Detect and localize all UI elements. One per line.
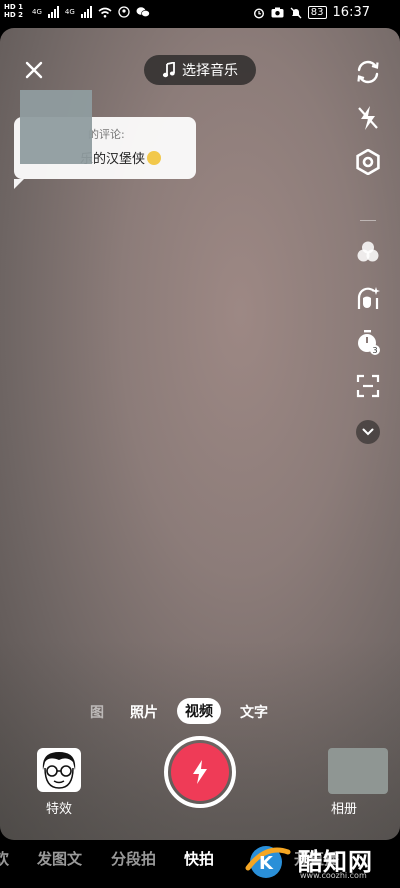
gallery-label: 相册 bbox=[330, 802, 357, 817]
countdown-button[interactable]: 3 bbox=[354, 328, 382, 356]
flip-camera-icon bbox=[357, 60, 379, 84]
record-button[interactable] bbox=[164, 736, 236, 808]
settings-button[interactable] bbox=[354, 148, 382, 176]
watermark-url: www.coozhi.com bbox=[300, 871, 367, 880]
sim1-label: HD 1 bbox=[4, 3, 23, 11]
watermark-logo: K 酷知网 www.coozhi.com bbox=[240, 838, 400, 884]
record-core bbox=[171, 743, 229, 801]
close-button[interactable] bbox=[22, 58, 46, 82]
filter-icon bbox=[357, 241, 379, 262]
redacted-avatar bbox=[20, 90, 92, 164]
battery-indicator: 83 bbox=[307, 6, 327, 19]
flash-off-button[interactable] bbox=[354, 104, 382, 132]
nav-item-post-image-text[interactable]: 发图文 bbox=[37, 848, 82, 869]
network-type-label: 4G bbox=[32, 8, 42, 16]
sim-indicator: HD 1 HD 2 bbox=[4, 3, 23, 19]
lightning-icon bbox=[193, 760, 207, 784]
wifi-icon bbox=[98, 7, 112, 18]
chevron-down-icon bbox=[362, 428, 374, 436]
effects-button[interactable]: 特效 bbox=[36, 748, 82, 817]
mode-tab-video[interactable]: 视频 bbox=[177, 698, 221, 724]
sim2-label: HD 2 bbox=[4, 11, 23, 19]
app-notification-icon bbox=[118, 6, 130, 18]
comment-header: 的评论: bbox=[88, 128, 125, 141]
svg-text:3: 3 bbox=[372, 346, 377, 355]
bubble-tail bbox=[14, 179, 24, 189]
mode-tab-image[interactable]: 图 bbox=[90, 702, 104, 722]
flip-camera-button[interactable] bbox=[354, 58, 382, 86]
mode-tabs: 图 照片 视频 文字 bbox=[0, 698, 400, 726]
gallery-button[interactable]: 相册 bbox=[322, 748, 388, 817]
nav-item-partial[interactable]: 欢 bbox=[0, 848, 9, 869]
alarm-icon bbox=[253, 7, 264, 19]
nav-item-quick-shoot[interactable]: 快拍 bbox=[184, 848, 214, 869]
wechat-icon bbox=[136, 7, 150, 18]
camera-status-icon bbox=[271, 7, 284, 18]
svg-text:K: K bbox=[259, 853, 274, 874]
music-note-icon bbox=[162, 62, 175, 78]
mode-tab-photo[interactable]: 照片 bbox=[130, 702, 158, 722]
mute-bell-icon bbox=[290, 7, 302, 18]
gear-icon bbox=[356, 149, 380, 175]
mode-tab-text[interactable]: 文字 bbox=[240, 702, 268, 722]
close-icon bbox=[25, 61, 43, 79]
status-bar: HD 1 HD 2 4G 4G 83 16:37 bbox=[0, 0, 400, 28]
timer-icon: 3 bbox=[358, 330, 380, 355]
beauty-face-icon bbox=[357, 287, 380, 309]
toolbar-divider bbox=[360, 220, 376, 221]
cartoon-face-icon bbox=[42, 752, 76, 789]
flash-off-icon bbox=[358, 106, 378, 130]
beauty-button[interactable] bbox=[354, 284, 382, 312]
scan-icon bbox=[356, 374, 380, 398]
camera-viewfinder[interactable]: 选择音乐 的评论: 乐的汉堡侠 3 图 照片 视频 文字 特效 相册 bbox=[0, 28, 400, 840]
scan-button[interactable] bbox=[354, 372, 382, 400]
signal-icon-2 bbox=[80, 6, 92, 18]
filter-button[interactable] bbox=[354, 238, 382, 266]
clock: 16:37 bbox=[332, 5, 370, 20]
signal-icon bbox=[47, 6, 59, 18]
music-label: 选择音乐 bbox=[182, 63, 238, 79]
gallery-thumbnail bbox=[328, 748, 388, 794]
more-tools-button[interactable] bbox=[354, 418, 382, 446]
effects-thumbnail bbox=[37, 748, 81, 792]
select-music-button[interactable]: 选择音乐 bbox=[144, 55, 256, 85]
more-tools-circle bbox=[356, 420, 380, 444]
crying-emoji-icon bbox=[147, 151, 162, 165]
nav-item-segment-shoot[interactable]: 分段拍 bbox=[111, 848, 156, 869]
coozhi-logo-icon: K bbox=[245, 846, 291, 878]
comment-text: 乐的汉堡侠 bbox=[80, 148, 162, 167]
network-type-label-2: 4G bbox=[64, 8, 75, 16]
effects-label: 特效 bbox=[45, 802, 72, 817]
